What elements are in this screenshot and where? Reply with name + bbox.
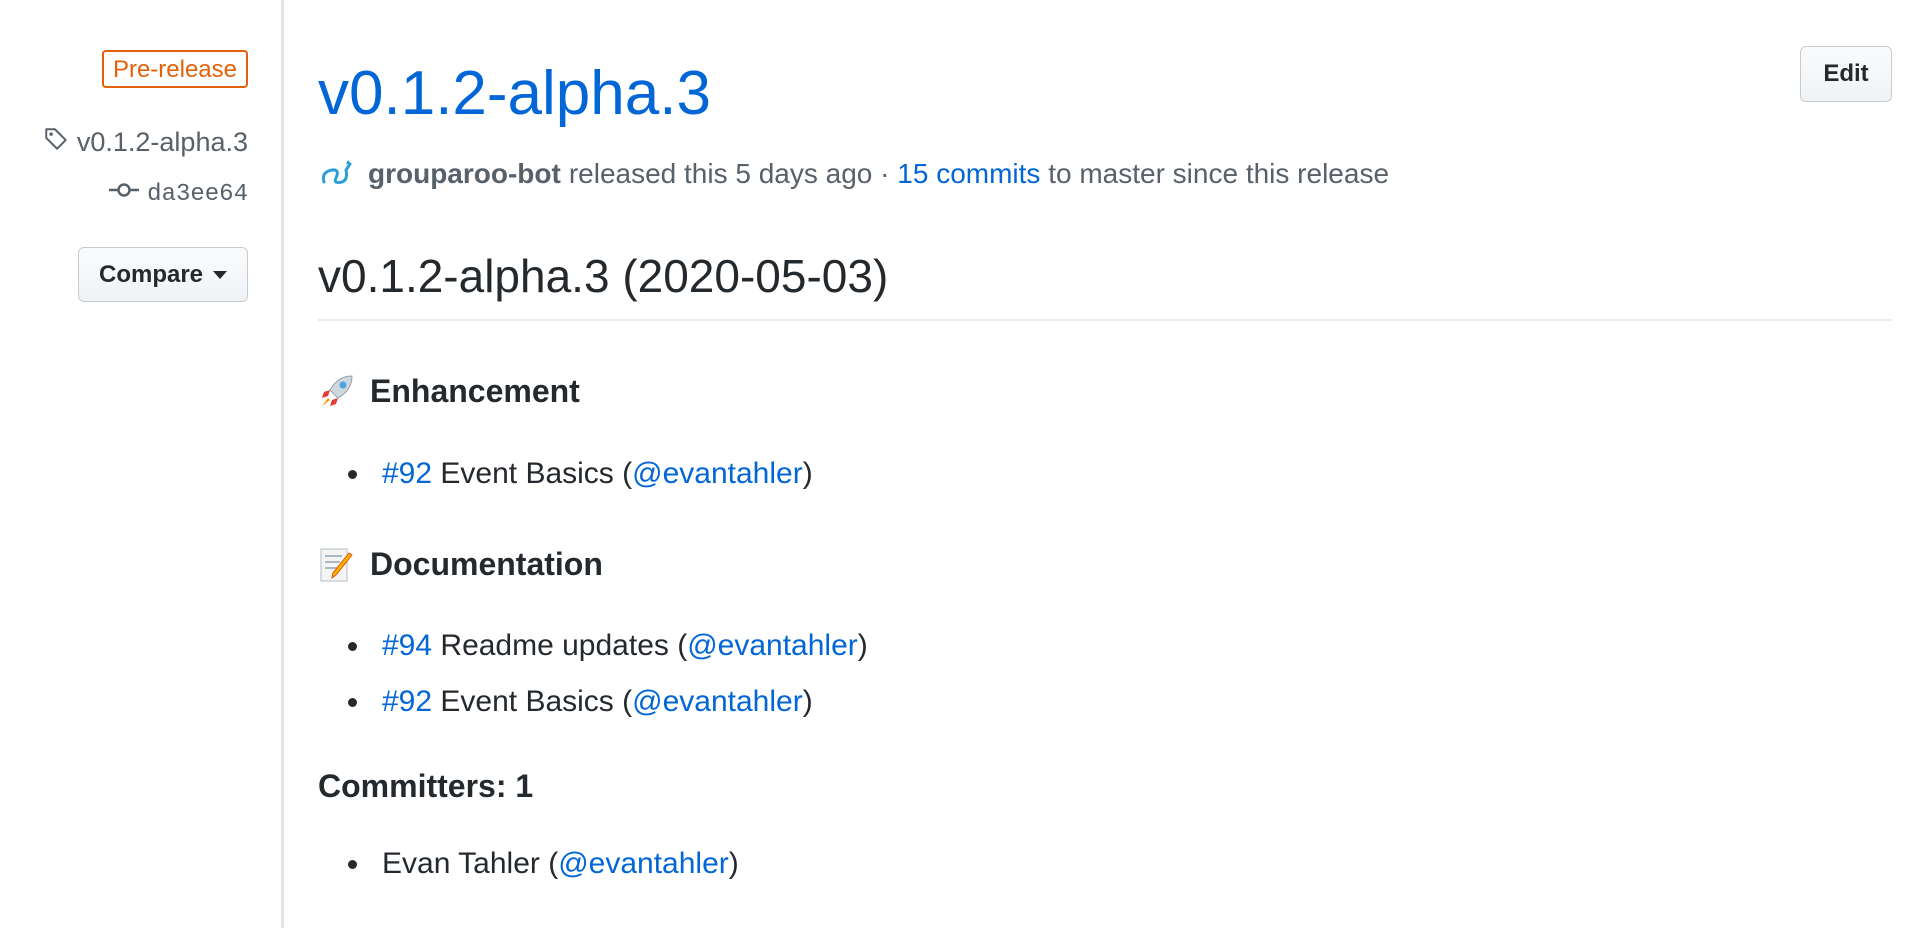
pr-link[interactable]: #94 bbox=[382, 629, 432, 662]
author-link[interactable]: grouparoo-bot bbox=[368, 158, 561, 190]
enhancement-list: #92 Event Basics (@evantahler) bbox=[348, 446, 813, 502]
edit-button[interactable]: Edit bbox=[1800, 46, 1892, 102]
section-enhancement-title: Enhancement bbox=[370, 372, 580, 409]
section-enhancement-heading: Enhancement bbox=[318, 372, 580, 410]
heading-divider bbox=[318, 319, 1892, 321]
user-link[interactable]: @evantahler bbox=[632, 685, 803, 718]
documentation-list: #94 Readme updates (@evantahler) #92 Eve… bbox=[348, 618, 868, 730]
compare-button[interactable]: Compare bbox=[78, 247, 248, 302]
release-meta: grouparoo-bot released this 5 days ago ·… bbox=[318, 154, 1389, 194]
list-item: #94 Readme updates (@evantahler) bbox=[348, 618, 868, 674]
sidebar-divider bbox=[281, 0, 284, 928]
user-link[interactable]: @evantahler bbox=[632, 457, 803, 490]
release-page: Pre-release v0.1.2-alpha.3 da3ee64 Compa… bbox=[0, 0, 1920, 928]
avatar[interactable] bbox=[318, 154, 358, 194]
section-committers-title: Committers: 1 bbox=[318, 768, 534, 804]
tag-link[interactable]: v0.1.2-alpha.3 bbox=[43, 126, 248, 159]
user-link[interactable]: @evantahler bbox=[558, 847, 729, 880]
release-sidebar: Pre-release v0.1.2-alpha.3 da3ee64 Compa… bbox=[0, 0, 281, 928]
user-link[interactable]: @evantahler bbox=[687, 629, 858, 662]
compare-label: Compare bbox=[98, 260, 204, 288]
commits-link[interactable]: 15 commits bbox=[897, 158, 1040, 190]
list-item: #92 Event Basics (@evantahler) bbox=[348, 446, 813, 502]
list-item: #92 Event Basics (@evantahler) bbox=[348, 674, 868, 730]
rocket-icon bbox=[318, 372, 356, 410]
release-title[interactable]: v0.1.2-alpha.3 bbox=[318, 56, 711, 132]
committers-list: Evan Tahler (@evantahler) bbox=[348, 836, 739, 892]
section-committers-heading: Committers: 1 bbox=[318, 768, 533, 805]
commit-link[interactable]: da3ee64 bbox=[109, 180, 248, 208]
released-text: released this 5 days ago · bbox=[568, 158, 890, 189]
release-notes-heading: v0.1.2-alpha.3 (2020-05-03) bbox=[318, 250, 889, 302]
section-documentation-heading: Documentation bbox=[318, 545, 603, 583]
caret-down-icon bbox=[213, 270, 228, 279]
commit-icon bbox=[109, 180, 140, 208]
memo-icon bbox=[318, 545, 356, 583]
commit-sha: da3ee64 bbox=[147, 180, 248, 208]
since-text: to master since this release bbox=[1048, 158, 1390, 189]
pr-link[interactable]: #92 bbox=[382, 457, 432, 490]
tag-icon bbox=[43, 126, 69, 159]
pr-link[interactable]: #92 bbox=[382, 685, 432, 718]
list-item: Evan Tahler (@evantahler) bbox=[348, 836, 739, 892]
prerelease-badge: Pre-release bbox=[101, 50, 248, 88]
release-main: v0.1.2-alpha.3 Edit grouparoo-bot releas… bbox=[318, 0, 1892, 928]
tag-label: v0.1.2-alpha.3 bbox=[76, 127, 248, 157]
section-documentation-title: Documentation bbox=[370, 545, 603, 582]
